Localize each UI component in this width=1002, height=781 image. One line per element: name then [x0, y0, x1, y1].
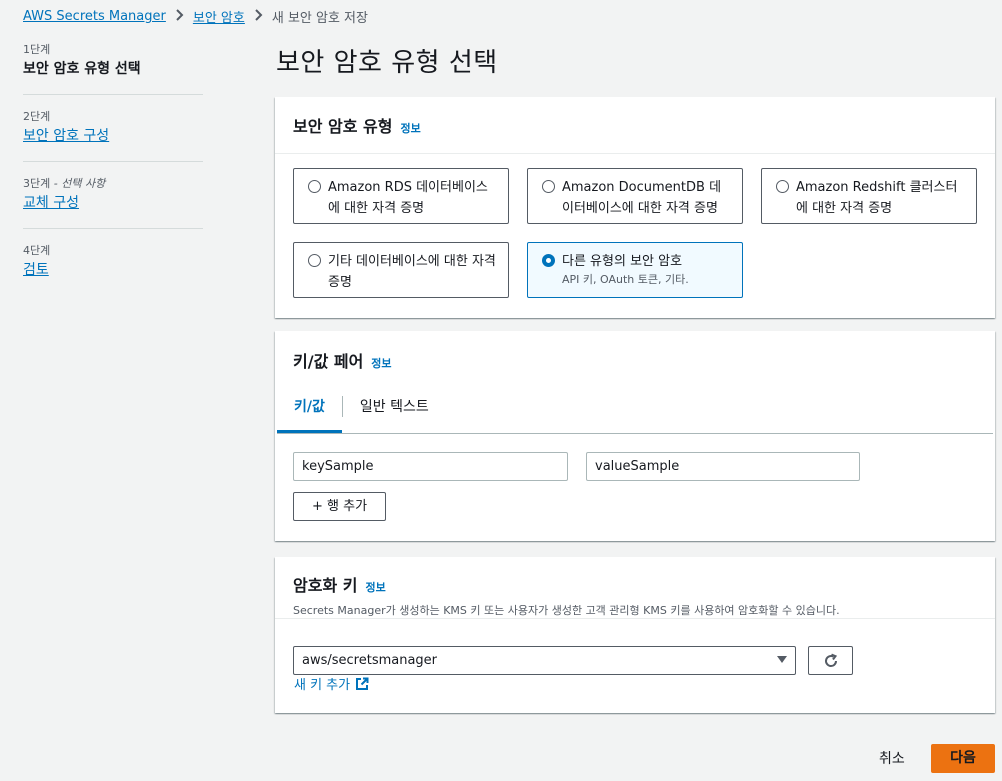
info-link[interactable]: 정보 — [400, 120, 420, 136]
step-number-text: 3단계 — [23, 177, 51, 190]
add-row-button[interactable]: + 행 추가 — [293, 492, 387, 521]
tile-label: 기타 데이터베이스에 대한 자격 증명 — [328, 254, 496, 290]
breadcrumb-secrets-manager[interactable]: AWS Secrets Manager — [23, 9, 166, 24]
panel-title-row: 암호화 키 정보 — [293, 572, 977, 596]
step-4: 4단계 검토 — [23, 243, 203, 295]
tile-label: Amazon Redshift 클러스터에 대한 자격 증명 — [796, 180, 958, 216]
step-3: 3단계 - 선택 사항 교체 구성 — [23, 176, 203, 229]
info-link[interactable]: 정보 — [371, 355, 391, 371]
page-title: 보안 암호 유형 선택 — [276, 48, 498, 78]
panel-header: 암호화 키 정보 Secrets Manager가 생성하는 KMS 키 또는 … — [275, 557, 995, 618]
value-input[interactable]: valueSample — [586, 452, 860, 481]
add-row-wrap: + 행 추가 — [275, 481, 995, 521]
tile-label: Amazon RDS 데이터베이스에 대한 자격 증명 — [328, 180, 488, 216]
breadcrumb-current: 새 보안 암호 저장 — [271, 11, 368, 26]
radio-icon[interactable] — [308, 254, 321, 267]
step-2: 2단계 보안 암호 구성 — [23, 109, 203, 162]
kms-key-select[interactable]: aws/secretsmanager — [293, 646, 796, 675]
refresh-icon — [824, 653, 837, 667]
next-button[interactable]: 다음 — [931, 744, 995, 773]
external-link-icon — [356, 677, 369, 690]
tile-documentdb[interactable]: Amazon DocumentDB 데이터베이스에 대한 자격 증명 — [527, 168, 743, 224]
tab-key-value[interactable]: 키/값 — [277, 384, 342, 433]
key-input[interactable]: keySample — [293, 452, 568, 481]
chevron-right-icon — [254, 9, 263, 24]
secret-type-panel: 보안 암호 유형 정보 Amazon RDS 데이터베이스에 대한 자격 증명 … — [275, 97, 995, 318]
tile-rds[interactable]: Amazon RDS 데이터베이스에 대한 자격 증명 — [293, 168, 509, 224]
radio-selected-icon[interactable] — [542, 254, 555, 267]
kv-row: keySample valueSample — [275, 434, 995, 481]
step-link-rotation[interactable]: 교체 구성 — [23, 192, 203, 214]
step-1: 1단계 보안 암호 유형 선택 — [23, 42, 203, 95]
step-link-review[interactable]: 검토 — [23, 259, 203, 281]
chevron-right-icon — [175, 9, 184, 24]
step-link-configure[interactable]: 보안 암호 구성 — [23, 125, 203, 147]
step-number: 4단계 — [23, 244, 51, 257]
panel-header: 보안 암호 유형 정보 — [275, 97, 995, 154]
select-value: aws/secretsmanager — [302, 653, 438, 668]
panel-title: 키/값 페어 — [293, 352, 364, 371]
panel-title: 보안 암호 유형 — [293, 117, 393, 136]
wizard-steps: 1단계 보안 암호 유형 선택 2단계 보안 암호 구성 3단계 - 선택 사항… — [23, 42, 203, 309]
step-number: 3단계 - 선택 사항 — [23, 176, 203, 192]
secret-type-tiles: Amazon RDS 데이터베이스에 대한 자격 증명 Amazon Docum… — [275, 154, 995, 298]
breadcrumb-secrets[interactable]: 보안 암호 — [193, 7, 245, 26]
tab-plaintext[interactable]: 일반 텍스트 — [343, 384, 446, 433]
info-link[interactable]: 정보 — [365, 579, 385, 595]
refresh-button[interactable] — [808, 646, 853, 675]
cancel-button[interactable]: 취소 — [879, 748, 905, 768]
step-number: 1단계 — [23, 43, 51, 56]
kv-tabs: 키/값 일반 텍스트 — [277, 384, 993, 434]
divider — [275, 618, 995, 619]
tile-label: Amazon DocumentDB 데이터베이스에 대한 자격 증명 — [562, 180, 722, 216]
radio-icon[interactable] — [308, 180, 321, 193]
step-title: 보안 암호 유형 선택 — [23, 61, 141, 77]
breadcrumb: AWS Secrets Manager 보안 암호 새 보안 암호 저장 — [23, 7, 368, 26]
step-optional-label: - 선택 사항 — [50, 177, 106, 190]
caret-down-icon — [777, 656, 787, 663]
panel-title: 암호화 키 — [293, 576, 358, 595]
panel-header: 키/값 페어 정보 — [275, 331, 995, 384]
key-value-panel: 키/값 페어 정보 키/값 일반 텍스트 keySample valueSamp… — [275, 331, 995, 541]
tile-other-secret[interactable]: 다른 유형의 보안 암호 API 키, OAuth 토큰, 기타. — [527, 242, 743, 298]
tile-label: 다른 유형의 보안 암호 — [562, 254, 683, 269]
radio-icon[interactable] — [776, 180, 789, 193]
new-key-link[interactable]: 새 키 추가 — [294, 674, 369, 693]
tile-redshift[interactable]: Amazon Redshift 클러스터에 대한 자격 증명 — [761, 168, 977, 224]
step-number: 2단계 — [23, 110, 51, 123]
new-key-label: 새 키 추가 — [294, 678, 351, 693]
tile-other-database[interactable]: 기타 데이터베이스에 대한 자격 증명 — [293, 242, 509, 298]
radio-icon[interactable] — [542, 180, 555, 193]
panel-description: Secrets Manager가 생성하는 KMS 키 또는 사용자가 생성한 … — [293, 604, 840, 617]
tile-description: API 키, OAuth 토큰, 기타. — [562, 273, 689, 286]
encryption-key-panel: 암호화 키 정보 Secrets Manager가 생성하는 KMS 키 또는 … — [275, 557, 995, 713]
